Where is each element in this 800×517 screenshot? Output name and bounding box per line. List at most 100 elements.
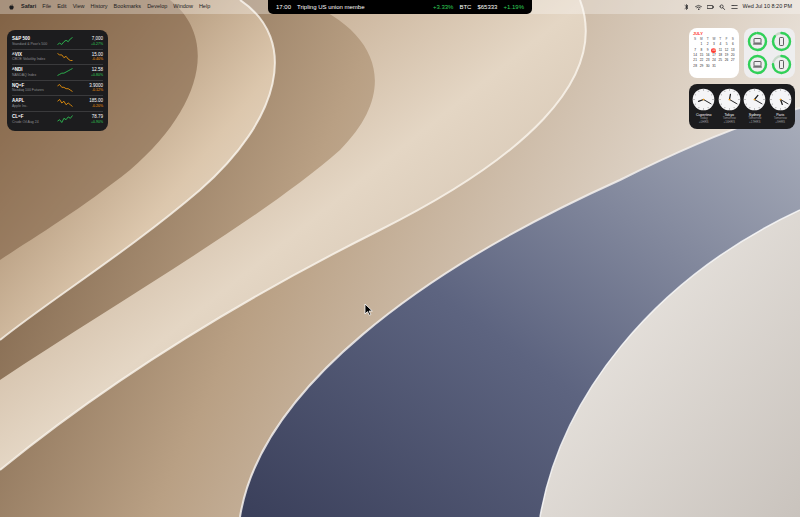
index-change: +3.33%	[433, 3, 454, 12]
trend-line	[58, 100, 73, 107]
menu-item[interactable]: Bookmarks	[114, 2, 142, 10]
calendar-day[interactable]: 1	[698, 42, 704, 47]
stock-row[interactable]: NQ=FNasdaq 100 Futures3.9000-0.12%	[12, 81, 103, 97]
world-clock-widget[interactable]: CupertinoToday+0HRSTokyoTomorrow+16HRSSy…	[689, 84, 795, 129]
calendar-day[interactable]: 26	[723, 58, 729, 63]
day-number: 7	[694, 48, 696, 52]
day-number: 27	[731, 58, 735, 62]
hour-hand	[755, 95, 758, 99]
day-number: 12	[725, 48, 729, 52]
stock-row[interactable]: S&P 500Standard & Poor's 5007,000+0.27%	[12, 34, 103, 50]
calendar-day[interactable]: 25	[717, 58, 723, 63]
stock-label: ^VIXCBOE Volatility Index	[12, 52, 54, 62]
day-number: 22	[700, 58, 704, 62]
stock-row[interactable]: CL=FCrude Oil Aug 2478.79+0.90%	[12, 112, 103, 128]
calendar-day[interactable]: 2	[705, 42, 711, 47]
phone-icon	[779, 61, 783, 69]
batteries-widget[interactable]	[744, 28, 795, 78]
stock-name: Standard & Poor's 500	[12, 42, 54, 46]
calendar-widget[interactable]: JULYSMTWTFS12345678910111213141516171819…	[689, 28, 739, 78]
calendar-day[interactable]: 12	[723, 48, 729, 53]
stock-quote: 15.00-0.40%	[76, 52, 103, 62]
calendar-day	[723, 64, 729, 69]
calendar-day[interactable]: 9	[705, 48, 711, 53]
ticker-time: 17:00	[276, 3, 291, 12]
calendar-day[interactable]: 28	[692, 64, 698, 69]
calendar-day[interactable]: 29	[698, 64, 704, 69]
world-clock[interactable]: SydneyTomorrow+17HRS	[742, 88, 768, 125]
day-number: 28	[693, 64, 697, 68]
menu-item[interactable]: History	[90, 2, 107, 10]
calendar-day[interactable]: 10	[711, 48, 717, 53]
calendar-day[interactable]: 11	[717, 48, 723, 53]
calendar-day[interactable]: 23	[705, 58, 711, 63]
calendar-day[interactable]: 13	[730, 48, 736, 53]
calendar-day[interactable]: 14	[692, 53, 698, 58]
weekday-label: W	[711, 37, 717, 42]
day-number: 20	[731, 53, 735, 57]
calendar-day[interactable]: 27	[730, 58, 736, 63]
calendar-day[interactable]: 21	[692, 58, 698, 63]
day-number: 15	[700, 53, 704, 57]
day-number: 6	[732, 42, 734, 46]
calendar-day[interactable]: 22	[698, 58, 704, 63]
calendar-day[interactable]: 30	[705, 64, 711, 69]
control-center-icon[interactable]	[731, 4, 738, 10]
world-clock[interactable]: TokyoTomorrow+16HRS	[717, 88, 743, 125]
trend-line	[58, 69, 73, 76]
minute-hand	[755, 100, 762, 104]
stock-row[interactable]: AAPLApple Inc.185.00-0.20%	[12, 96, 103, 112]
calendar-day[interactable]: 7	[692, 48, 698, 53]
bluetooth-icon[interactable]	[683, 4, 690, 10]
calendar-day[interactable]: 18	[717, 53, 723, 58]
calendar-day[interactable]: 6	[730, 42, 736, 47]
calendar-day[interactable]: 5	[723, 42, 729, 47]
news-ticker[interactable]: 17:00Tripling US union membe+3.33%BTC$65…	[268, 0, 532, 14]
apple-icon[interactable]	[8, 4, 15, 10]
app-menu[interactable]: Safari	[21, 2, 36, 10]
stocks-widget[interactable]: S&P 500Standard & Poor's 5007,000+0.27%^…	[7, 30, 108, 131]
calendar-day[interactable]: 17	[711, 53, 717, 58]
trend-line	[58, 84, 73, 91]
stock-row[interactable]: ^NDINASDAQ Index12.58+0.80%	[12, 65, 103, 81]
calendar-day[interactable]: 8	[698, 48, 704, 53]
day-number: 16	[706, 53, 710, 57]
stock-value: 15.00	[76, 52, 103, 57]
wifi-icon[interactable]	[695, 4, 702, 10]
stock-symbol: AAPL	[12, 98, 54, 103]
battery-ring	[771, 31, 792, 52]
stock-row[interactable]: ^VIXCBOE Volatility Index 15.00-0.40%	[12, 50, 103, 66]
calendar-day[interactable]: 16	[705, 53, 711, 58]
calendar-day[interactable]: 19	[723, 53, 729, 58]
world-clock[interactable]: ParisTomorrow+9HRS	[768, 88, 794, 125]
weekday-label: S	[730, 37, 736, 42]
menu-item[interactable]: Edit	[57, 2, 66, 10]
calendar-day[interactable]: 4	[717, 42, 723, 47]
sparkline	[57, 84, 73, 92]
stock-change: +0.80%	[76, 73, 103, 77]
phone-icon	[779, 38, 783, 46]
calendar-day[interactable]: 15	[698, 53, 704, 58]
menu-clock[interactable]: Wed Jul 10 8:20 PM	[743, 2, 792, 10]
calendar-day[interactable]: 31	[711, 64, 717, 69]
calendar-day[interactable]: 3	[711, 42, 717, 47]
weekday-label: F	[723, 37, 729, 42]
trend-line	[58, 53, 73, 60]
menu-item[interactable]: Develop	[147, 2, 167, 10]
search-icon[interactable]	[719, 4, 726, 10]
stock-change: +0.90%	[76, 120, 103, 124]
calendar-day[interactable]: 24	[711, 58, 717, 63]
battery-icon[interactable]	[707, 4, 714, 10]
menu-item[interactable]: Window	[173, 2, 193, 10]
day-number: 18	[719, 53, 723, 57]
ticker-headline[interactable]: Tripling US union membe	[297, 3, 427, 12]
sparkline	[57, 53, 73, 61]
stock-name: NASDAQ Index	[12, 73, 54, 77]
world-clock[interactable]: CupertinoToday+0HRS	[691, 88, 717, 125]
menu-item[interactable]: View	[73, 2, 85, 10]
day-number: 1	[701, 42, 703, 46]
menu-item[interactable]: File	[42, 2, 51, 10]
calendar-day[interactable]: 20	[730, 53, 736, 58]
day-number: 25	[719, 58, 723, 62]
menu-item[interactable]: Help	[199, 2, 210, 10]
